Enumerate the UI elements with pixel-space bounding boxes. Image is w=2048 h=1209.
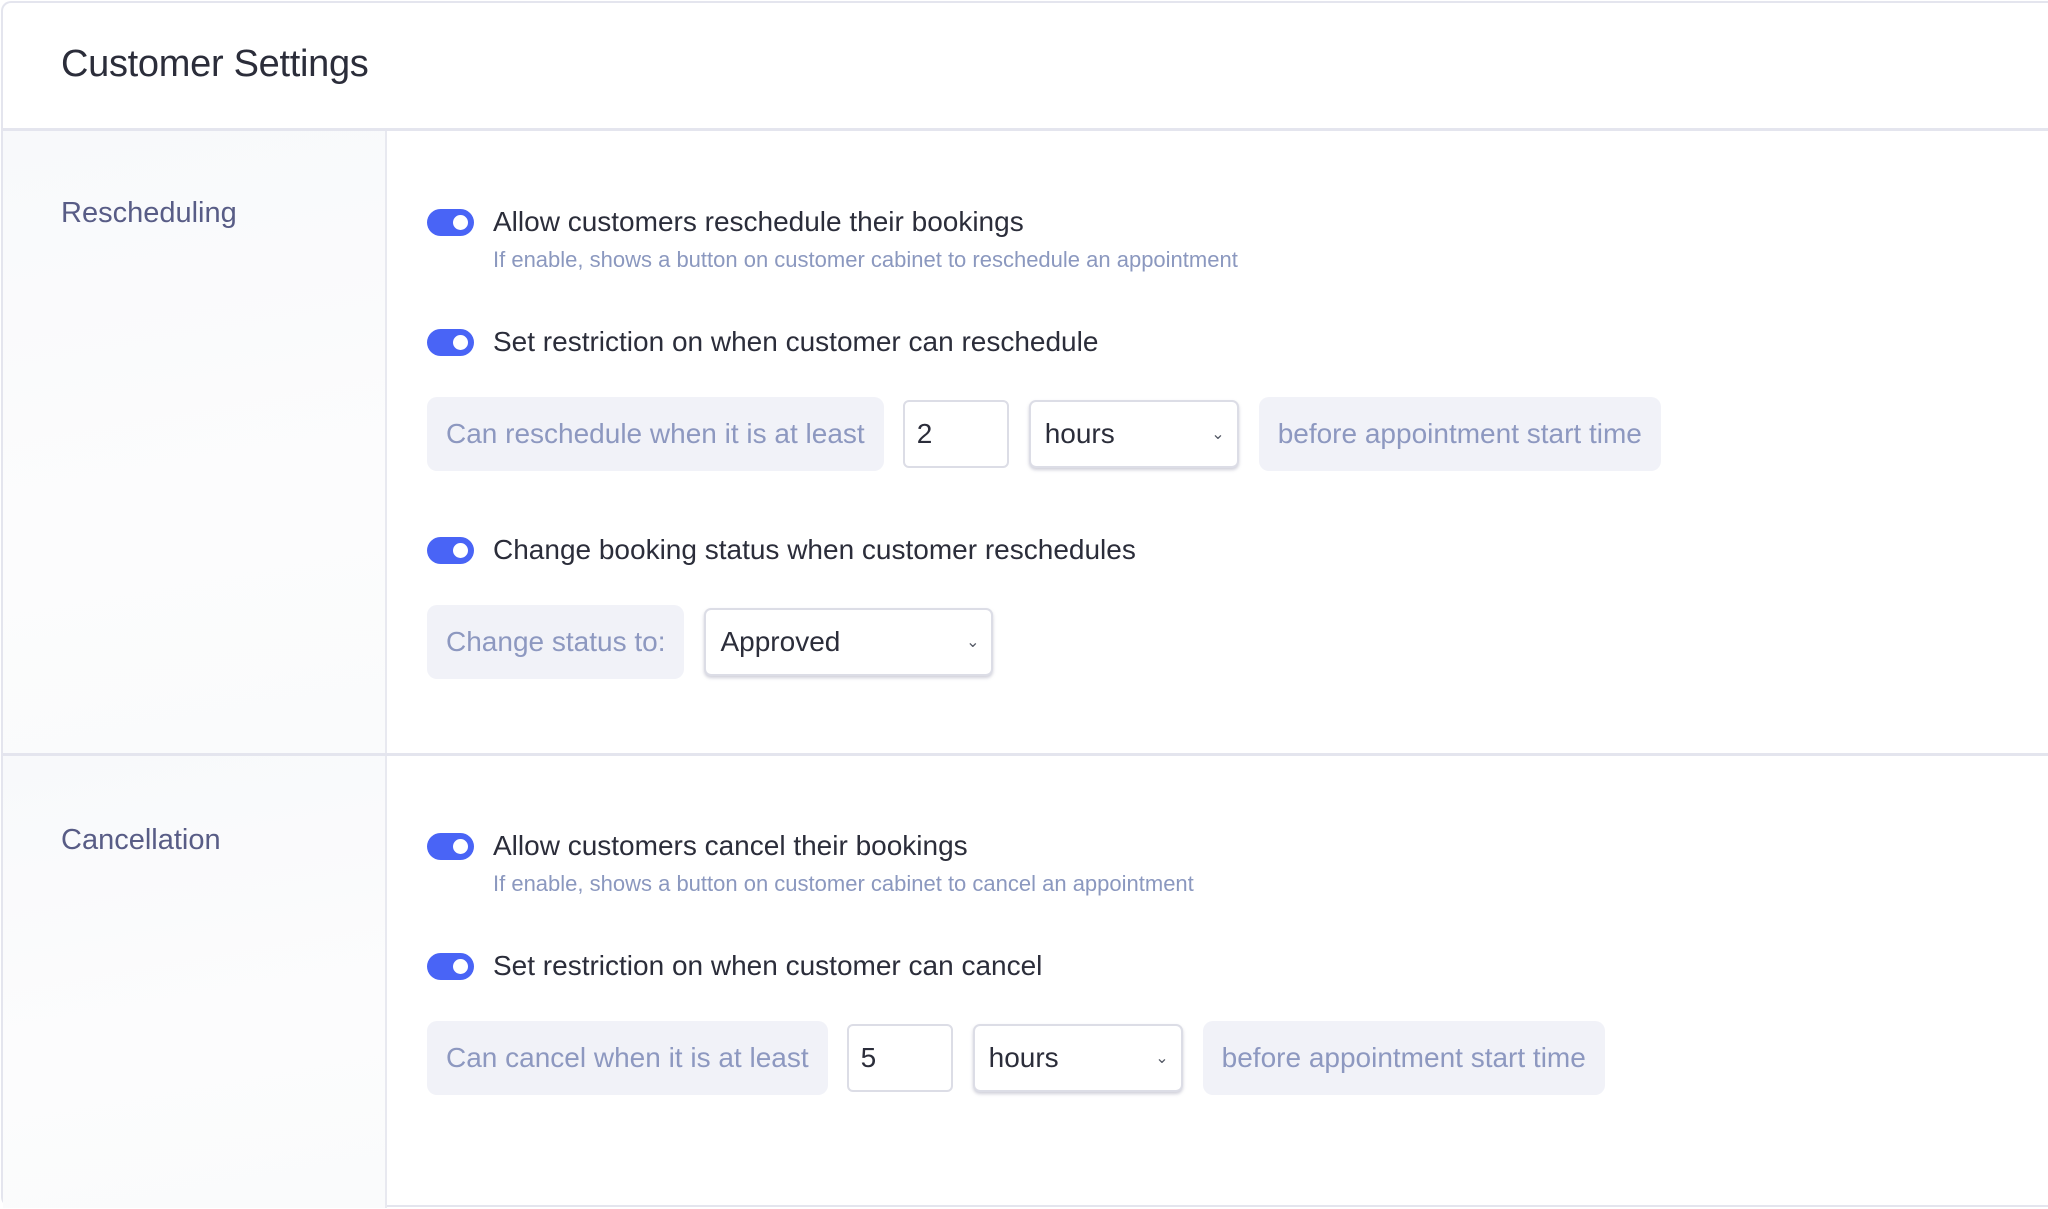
toggle-knob bbox=[453, 542, 468, 558]
cancel-restriction-label: Set restriction on when customer can can… bbox=[493, 950, 1043, 981]
reschedule-restriction-fields: Can reschedule when it is at least hours… bbox=[427, 397, 1661, 471]
section-sidebar: Rescheduling bbox=[3, 131, 387, 753]
allow-cancel-toggle[interactable] bbox=[427, 832, 474, 860]
toggle-knob bbox=[453, 214, 468, 230]
status-change-row: Change booking status when customer resc… bbox=[427, 534, 1136, 566]
reschedule-restriction-row: Set restriction on when customer can res… bbox=[427, 326, 1098, 358]
cancel-restriction-toggle[interactable] bbox=[427, 952, 474, 980]
allow-reschedule-label: Allow customers reschedule their booking… bbox=[493, 206, 1024, 237]
reschedule-unit-select[interactable]: hours ⌄ bbox=[1028, 400, 1239, 468]
allow-reschedule-row: Allow customers reschedule their booking… bbox=[427, 206, 1024, 238]
section-sidebar: Cancellation bbox=[3, 756, 387, 1208]
cancel-unit-select[interactable]: hours ⌄ bbox=[972, 1024, 1183, 1092]
chevron-down-icon: ⌄ bbox=[1211, 426, 1225, 443]
reschedule-hours-input[interactable] bbox=[902, 400, 1009, 468]
toggle-knob bbox=[453, 958, 468, 974]
cancel-prefix-label: Can cancel when it is at least bbox=[427, 1021, 828, 1095]
page-title: Customer Settings bbox=[61, 43, 369, 85]
reschedule-unit-value: hours bbox=[1044, 418, 1115, 449]
allow-cancel-row: Allow customers cancel their bookings bbox=[427, 830, 968, 862]
cancel-restriction-row: Set restriction on when customer can can… bbox=[427, 950, 1042, 982]
allow-cancel-description: If enable, shows a button on customer ca… bbox=[493, 871, 1194, 896]
cancel-restriction-fields: Can cancel when it is at least hours ⌄ b… bbox=[427, 1021, 1605, 1095]
reschedule-restriction-toggle[interactable] bbox=[427, 328, 474, 356]
allow-cancel-label: Allow customers cancel their bookings bbox=[493, 830, 968, 861]
reschedule-suffix-label: before appointment start time bbox=[1258, 397, 1661, 471]
cancellation-section: Cancellation Allow customers cancel thei… bbox=[3, 756, 2048, 1208]
chevron-down-icon: ⌄ bbox=[1155, 1050, 1169, 1067]
status-change-label: Change booking status when customer resc… bbox=[493, 534, 1136, 565]
toggle-knob bbox=[453, 838, 468, 854]
status-change-fields: Change status to: Approved ⌄ bbox=[427, 605, 994, 679]
status-select-value: Approved bbox=[720, 626, 841, 657]
status-prefix-label: Change status to: bbox=[427, 605, 685, 679]
cancel-hours-input[interactable] bbox=[846, 1024, 953, 1092]
section-content: Allow customers reschedule their booking… bbox=[389, 131, 2048, 753]
customer-settings-panel: Customer Settings Rescheduling Allow cus… bbox=[1, 1, 2048, 1208]
cancel-unit-value: hours bbox=[988, 1042, 1059, 1073]
status-change-toggle[interactable] bbox=[427, 536, 474, 564]
section-label-rescheduling: Rescheduling bbox=[61, 197, 237, 229]
reschedule-prefix-label: Can reschedule when it is at least bbox=[427, 397, 884, 471]
allow-reschedule-toggle[interactable] bbox=[427, 208, 474, 236]
rescheduling-section: Rescheduling Allow customers reschedule … bbox=[3, 131, 2048, 756]
chevron-down-icon: ⌄ bbox=[966, 634, 980, 651]
reschedule-restriction-label: Set restriction on when customer can res… bbox=[493, 326, 1099, 357]
status-select[interactable]: Approved ⌄ bbox=[704, 608, 994, 676]
section-content: Allow customers cancel their bookings If… bbox=[389, 756, 2048, 1208]
section-label-cancellation: Cancellation bbox=[61, 824, 221, 856]
toggle-knob bbox=[453, 334, 468, 350]
cancel-suffix-label: before appointment start time bbox=[1202, 1021, 1605, 1095]
panel-header: Customer Settings bbox=[3, 3, 2048, 131]
allow-reschedule-description: If enable, shows a button on customer ca… bbox=[493, 247, 1238, 272]
